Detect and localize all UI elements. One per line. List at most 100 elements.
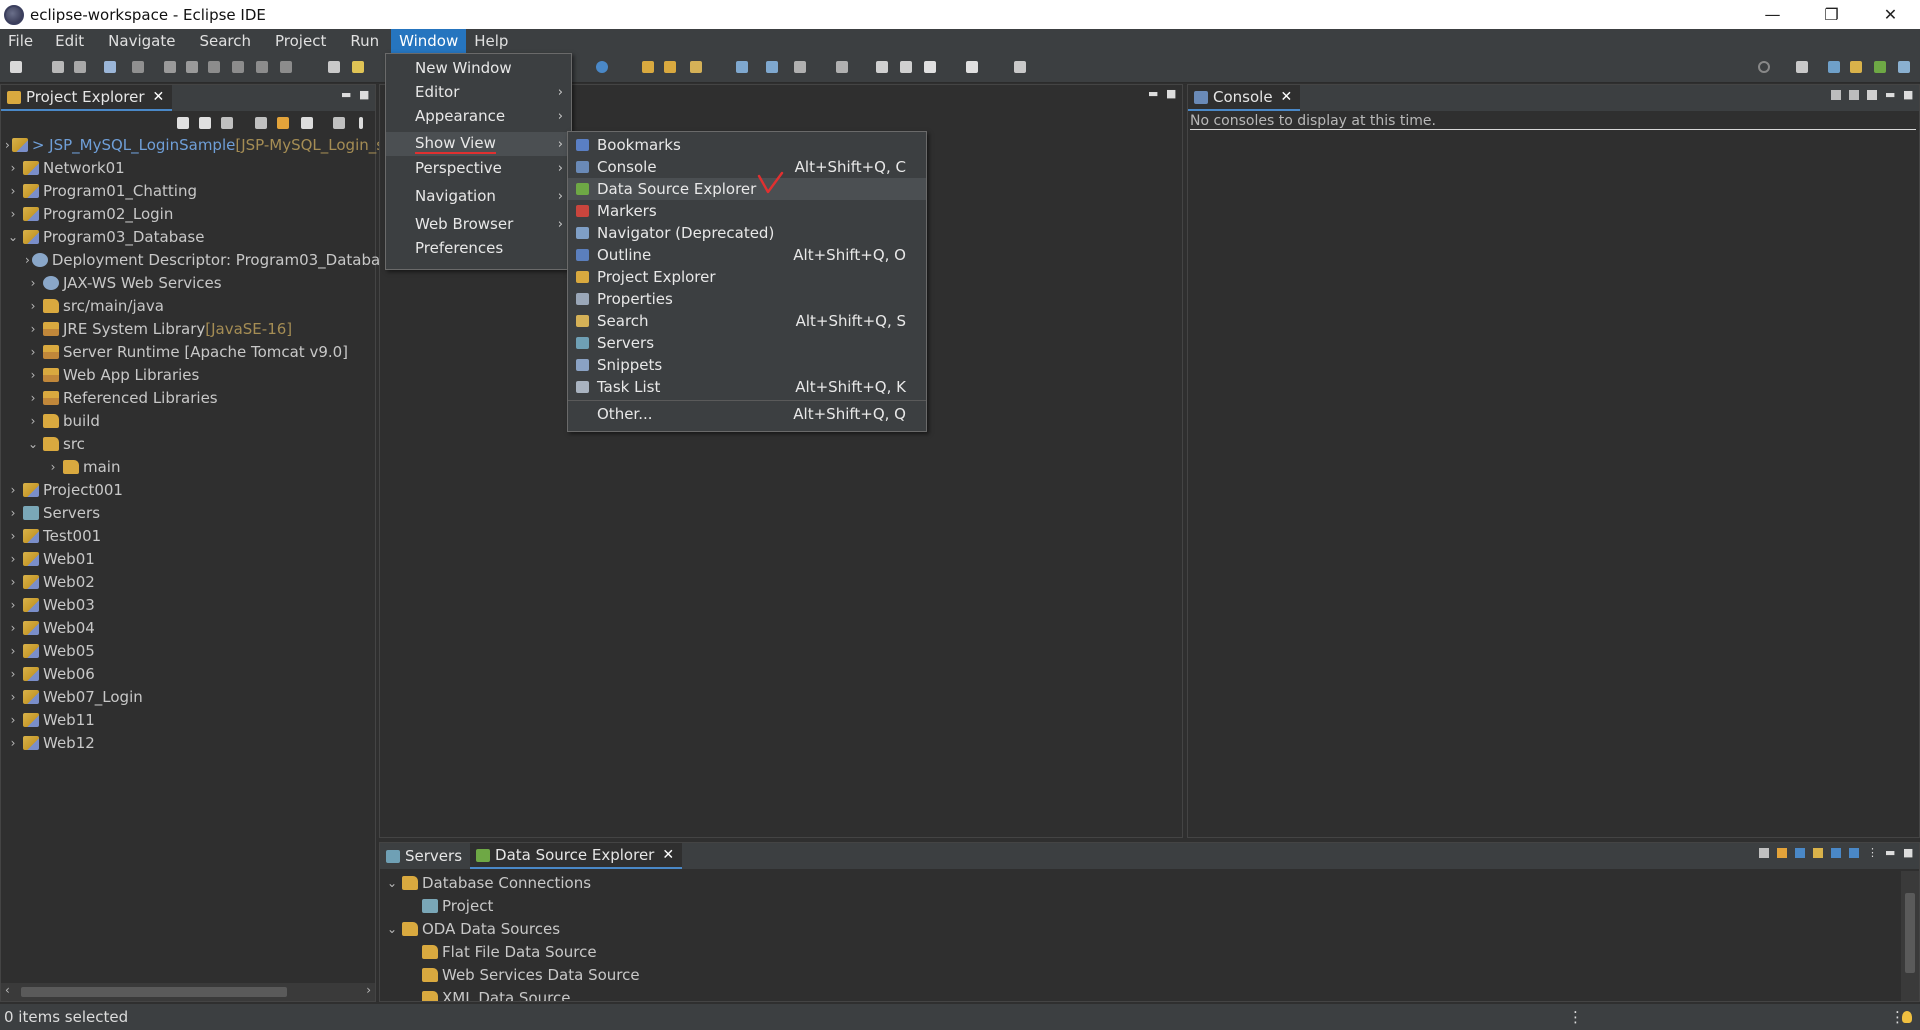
tab-project-explorer[interactable]: Project Explorer ✕ <box>1 85 173 111</box>
export-icon[interactable] <box>1849 848 1859 858</box>
new-icon[interactable] <box>10 61 22 73</box>
data-source-item[interactable]: Project <box>380 894 1899 917</box>
maximize-dse-icon[interactable]: ■ <box>1903 847 1913 858</box>
collapse-icon[interactable]: › <box>25 391 41 405</box>
debug-perspective-icon[interactable] <box>1874 61 1886 73</box>
link-dse-icon[interactable] <box>1777 848 1787 858</box>
collapse-icon[interactable]: › <box>5 575 21 589</box>
open-folder-icon[interactable] <box>642 61 654 73</box>
collapse-icon[interactable]: › <box>5 506 21 520</box>
minimize-view-icon[interactable]: ▬ <box>341 89 351 100</box>
show-view-item[interactable]: Servers <box>568 332 926 354</box>
collapse-icon[interactable]: › <box>25 368 41 382</box>
collapse-icon[interactable]: › <box>5 552 21 566</box>
forward-icon[interactable] <box>966 61 978 73</box>
collapse-icon[interactable]: › <box>5 138 10 152</box>
show-view-item[interactable]: Outline Alt+Shift+Q, O <box>568 244 926 266</box>
tree-item[interactable]: › Test001 <box>1 524 375 547</box>
outline-icon[interactable] <box>766 61 778 73</box>
data-source-item[interactable]: Web Services Data Source <box>380 963 1899 986</box>
scrollbar-thumb[interactable] <box>21 987 287 997</box>
collapse-icon[interactable]: › <box>5 161 21 175</box>
maximize-editor-icon[interactable]: ■ <box>1166 88 1176 99</box>
dse-view-menu-icon[interactable]: ⋮ <box>1867 847 1878 858</box>
show-view-item[interactable]: Project Explorer <box>568 266 926 288</box>
menu-edit[interactable]: Edit <box>43 29 96 53</box>
tree-item[interactable]: › > JSP_MySQL_LoginSample [JSP-MySQL_Logi… <box>1 133 384 156</box>
tree-item[interactable]: › Web04 <box>1 616 375 639</box>
maximize-view-icon[interactable]: ■ <box>359 89 369 100</box>
maximize-button[interactable]: ❐ <box>1802 0 1861 29</box>
back-nav-icon[interactable] <box>177 117 189 129</box>
menu-window[interactable]: Window <box>391 29 467 53</box>
step-into-icon[interactable] <box>232 61 244 73</box>
collapse-icon[interactable]: › <box>25 322 41 336</box>
collapse-icon[interactable]: › <box>5 644 21 658</box>
collapse-icon[interactable]: › <box>5 207 21 221</box>
menu-run[interactable]: Run <box>338 29 391 53</box>
open-type-icon[interactable] <box>352 61 364 73</box>
tree-item[interactable]: › Servers <box>1 501 375 524</box>
collapse-icon[interactable]: › <box>45 460 61 474</box>
focus-icon[interactable] <box>333 117 345 129</box>
data-source-item[interactable]: XML Data Source <box>380 986 1899 1001</box>
tree-item[interactable]: ⌄ src <box>1 432 375 455</box>
show-view-item[interactable]: Task List Alt+Shift+Q, K <box>568 376 926 398</box>
window-menu-item[interactable]: Appearance › <box>386 104 571 128</box>
menu-help[interactable]: Help <box>466 29 518 53</box>
close-button[interactable]: ✕ <box>1861 0 1920 29</box>
status-menu-icon[interactable]: ⋮ <box>1568 1008 1583 1026</box>
collapse-icon[interactable]: › <box>5 621 21 635</box>
java-ee-perspective-icon[interactable] <box>1828 61 1840 73</box>
tree-item[interactable]: › Web01 <box>1 547 375 570</box>
collapse-icon[interactable]: › <box>25 276 41 290</box>
save-all-icon[interactable] <box>74 61 86 73</box>
horizontal-scrollbar[interactable]: ‹ › <box>1 983 375 1001</box>
window-menu-item[interactable]: Navigation › <box>386 184 571 208</box>
show-view-item[interactable]: Markers <box>568 200 926 222</box>
git-perspective-icon[interactable] <box>1898 61 1910 73</box>
terminate-icon[interactable] <box>208 61 220 73</box>
collapse-icon[interactable]: › <box>5 529 21 543</box>
tree-item[interactable]: › Web05 <box>1 639 375 662</box>
tree-item[interactable]: › Web App Libraries <box>1 363 375 386</box>
tree-item[interactable]: › JAX-WS Web Services <box>1 271 375 294</box>
pin-icon[interactable] <box>1014 61 1026 73</box>
tree-item[interactable]: › Program02_Login <box>1 202 375 225</box>
tab-console[interactable]: Console ✕ <box>1188 85 1301 111</box>
show-view-item[interactable]: Data Source Explorer <box>568 178 926 200</box>
search-toolbar-icon[interactable] <box>690 61 702 73</box>
show-view-item[interactable]: Console Alt+Shift+Q, C <box>568 156 926 178</box>
minimize-editor-icon[interactable]: ▬ <box>1148 88 1158 99</box>
window-menu-item[interactable]: Show View › <box>386 132 571 156</box>
resume-icon[interactable] <box>164 61 176 73</box>
show-view-item[interactable]: Properties <box>568 288 926 310</box>
minimize-console-icon[interactable]: ▬ <box>1885 89 1895 100</box>
tree-item[interactable]: › build <box>1 409 375 432</box>
filter-icon[interactable] <box>301 117 313 129</box>
search-icon[interactable] <box>1758 61 1770 73</box>
tree-item[interactable]: › Web11 <box>1 708 375 731</box>
tree-item[interactable]: › Web06 <box>1 662 375 685</box>
collapse-icon[interactable]: › <box>5 713 21 727</box>
show-view-item[interactable]: Navigator (Deprecated) <box>568 222 926 244</box>
menu-project[interactable]: Project <box>263 29 338 53</box>
window-menu-item[interactable]: Preferences <box>386 236 571 260</box>
last-edit-icon[interactable] <box>876 61 888 73</box>
back-icon[interactable] <box>924 61 936 73</box>
tab-servers[interactable]: Servers <box>380 843 470 869</box>
maximize-console-icon[interactable]: ■ <box>1903 89 1913 100</box>
window-menu-item[interactable]: Editor › <box>386 80 571 104</box>
tree-item[interactable]: › Network01 <box>1 156 375 179</box>
open-file-icon[interactable] <box>664 61 676 73</box>
scrollbar-thumb[interactable] <box>1905 893 1915 973</box>
show-view-item[interactable]: Bookmarks <box>568 134 926 156</box>
data-source-item[interactable]: ⌄ ODA Data Sources <box>380 917 1899 940</box>
open-console-icon[interactable] <box>1867 90 1877 100</box>
window-menu-item[interactable]: Web Browser › <box>386 212 571 236</box>
window-menu-item[interactable]: New Window <box>386 56 571 80</box>
tab-data-source-explorer[interactable]: Data Source Explorer ✕ <box>470 843 683 869</box>
up-nav-icon[interactable] <box>221 117 233 129</box>
annotation-icon[interactable] <box>794 61 806 73</box>
tree-item[interactable]: ⌄ Program03_Database <box>1 225 375 248</box>
